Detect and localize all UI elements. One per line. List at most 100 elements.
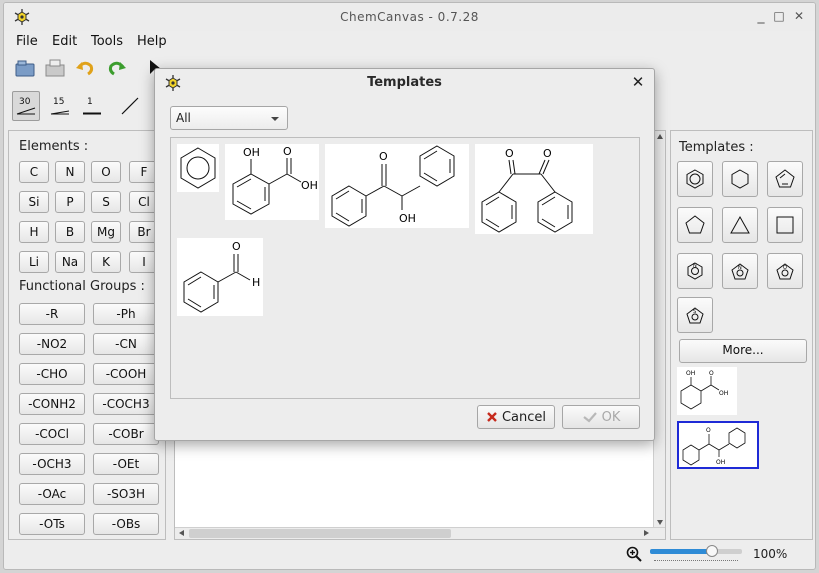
svg-text:O: O <box>706 427 711 434</box>
functional-group-button[interactable]: -SO3H <box>93 483 159 505</box>
svg-text:15: 15 <box>53 97 64 107</box>
functional-group-button[interactable]: -COOH <box>93 363 159 385</box>
dialog-close-button[interactable]: ✕ <box>630 73 646 91</box>
scroll-down-icon[interactable] <box>657 520 663 525</box>
pyrrole-icon[interactable]: N <box>722 253 758 289</box>
zoom-slider-handle[interactable] <box>706 545 718 557</box>
cyclopentane-icon[interactable] <box>677 207 713 243</box>
more-templates-button[interactable]: More... <box>679 339 807 363</box>
single-bond-icon[interactable] <box>116 91 144 121</box>
svg-text:OH: OH <box>719 390 728 397</box>
horizontal-scroll-thumb[interactable] <box>189 529 451 538</box>
svg-text:O: O <box>543 147 552 160</box>
element-button[interactable]: Li <box>19 251 49 273</box>
cyclopentadiene-icon[interactable] <box>767 161 803 197</box>
element-button[interactable]: P <box>55 191 85 213</box>
cyclopropane-icon[interactable] <box>722 207 758 243</box>
open-file-icon[interactable] <box>12 55 38 81</box>
element-button[interactable]: C <box>19 161 49 183</box>
window-title: ChemCanvas - 0.7.28 <box>340 10 479 24</box>
template-salicylic-acid[interactable]: OH O OH <box>225 144 319 220</box>
element-button[interactable]: K <box>91 251 121 273</box>
svg-text:O: O <box>379 150 388 163</box>
ok-label: OK <box>601 409 621 425</box>
cancel-label: Cancel <box>501 409 547 425</box>
bond-15-button[interactable]: 15 <box>46 91 74 121</box>
template-benzaldehyde[interactable]: O H <box>177 238 263 316</box>
element-button[interactable]: S <box>91 191 121 213</box>
functional-group-button[interactable]: -COCH3 <box>93 393 159 415</box>
recent-template-salicylic-acid[interactable]: OH O OH <box>677 367 737 415</box>
zoom-in-icon[interactable] <box>626 546 642 562</box>
redo-icon[interactable] <box>104 55 130 81</box>
svg-text:OH: OH <box>716 459 725 466</box>
template-benzil[interactable]: O O <box>475 144 593 234</box>
pyridine-icon[interactable]: N <box>677 253 713 289</box>
close-window-button[interactable]: ✕ <box>790 7 808 25</box>
thiophene-icon[interactable]: S <box>677 297 713 333</box>
menu-tools[interactable]: Tools <box>91 34 123 49</box>
recent-template-benzoin-selected[interactable]: O OH <box>677 421 759 469</box>
functional-group-button[interactable]: -COCl <box>19 423 85 445</box>
save-file-icon[interactable] <box>42 55 68 81</box>
functional-group-button[interactable]: -OBs <box>93 513 159 535</box>
functional-group-button[interactable]: -OTs <box>19 513 85 535</box>
menu-edit[interactable]: Edit <box>52 34 77 49</box>
svg-text:H: H <box>252 276 260 289</box>
scroll-up-icon[interactable] <box>657 134 663 139</box>
maximize-button[interactable]: □ <box>770 7 788 25</box>
functional-group-button[interactable]: -CONH2 <box>19 393 85 415</box>
undo-icon[interactable] <box>72 55 98 81</box>
templates-label: Templates : <box>679 140 754 155</box>
bond-1-button[interactable]: 1 <box>78 91 106 121</box>
cancel-button[interactable]: Cancel <box>477 405 555 429</box>
elements-label: Elements : <box>19 139 89 154</box>
functional-group-button[interactable]: -OCH3 <box>19 453 85 475</box>
element-button[interactable]: O <box>91 161 121 183</box>
svg-text:O: O <box>709 370 714 377</box>
cyclohexane-icon[interactable] <box>722 161 758 197</box>
scroll-right-icon[interactable] <box>644 530 649 536</box>
scroll-left-icon[interactable] <box>179 530 184 536</box>
category-filter-select[interactable]: All <box>170 106 288 130</box>
element-button[interactable]: N <box>55 161 85 183</box>
benzene-icon[interactable] <box>677 161 713 197</box>
menu-bar: File Edit Tools Help <box>4 31 815 53</box>
bond-30-button[interactable]: 30 <box>12 91 40 121</box>
functional-group-button[interactable]: -OEt <box>93 453 159 475</box>
templates-panel: Templates : N N O S More... OH O OH O OH <box>670 130 813 540</box>
functional-group-button[interactable]: -CN <box>93 333 159 355</box>
functional-group-button[interactable]: -NO2 <box>19 333 85 355</box>
element-button[interactable]: H <box>19 221 49 243</box>
cyclobutane-icon[interactable] <box>767 207 803 243</box>
elements-panel: Elements : C N O F Si P S Cl H B Mg Br Li Na K I Functi… <box>8 130 166 540</box>
functional-group-button[interactable]: -R <box>19 303 85 325</box>
category-filter-value: All <box>176 111 191 125</box>
canvas-horizontal-scrollbar[interactable] <box>175 527 665 539</box>
functional-group-button[interactable]: -Ph <box>93 303 159 325</box>
chevron-down-icon <box>271 117 279 121</box>
furan-icon[interactable]: O <box>767 253 803 289</box>
status-bar: 100% <box>4 543 815 569</box>
svg-text:O: O <box>505 147 514 160</box>
svg-text:OH: OH <box>686 370 695 377</box>
functional-group-button[interactable]: -COBr <box>93 423 159 445</box>
svg-text:OH: OH <box>301 179 318 192</box>
menu-help[interactable]: Help <box>137 34 167 49</box>
svg-text:OH: OH <box>243 146 260 159</box>
element-button[interactable]: Na <box>55 251 85 273</box>
template-benzoin[interactable]: O OH <box>325 144 469 228</box>
functional-groups-label: Functional Groups : <box>19 279 145 294</box>
svg-text:O: O <box>283 145 292 158</box>
zoom-slider[interactable] <box>650 545 742 561</box>
element-button[interactable]: Si <box>19 191 49 213</box>
menu-file[interactable]: File <box>16 34 38 49</box>
ok-button[interactable]: OK <box>562 405 640 429</box>
element-button[interactable]: B <box>55 221 85 243</box>
element-button[interactable]: Mg <box>91 221 121 243</box>
zoom-level: 100% <box>753 547 788 561</box>
template-benzene[interactable] <box>177 144 219 192</box>
functional-group-button[interactable]: -OAc <box>19 483 85 505</box>
functional-group-button[interactable]: -CHO <box>19 363 85 385</box>
minimize-button[interactable]: _ <box>752 7 770 25</box>
